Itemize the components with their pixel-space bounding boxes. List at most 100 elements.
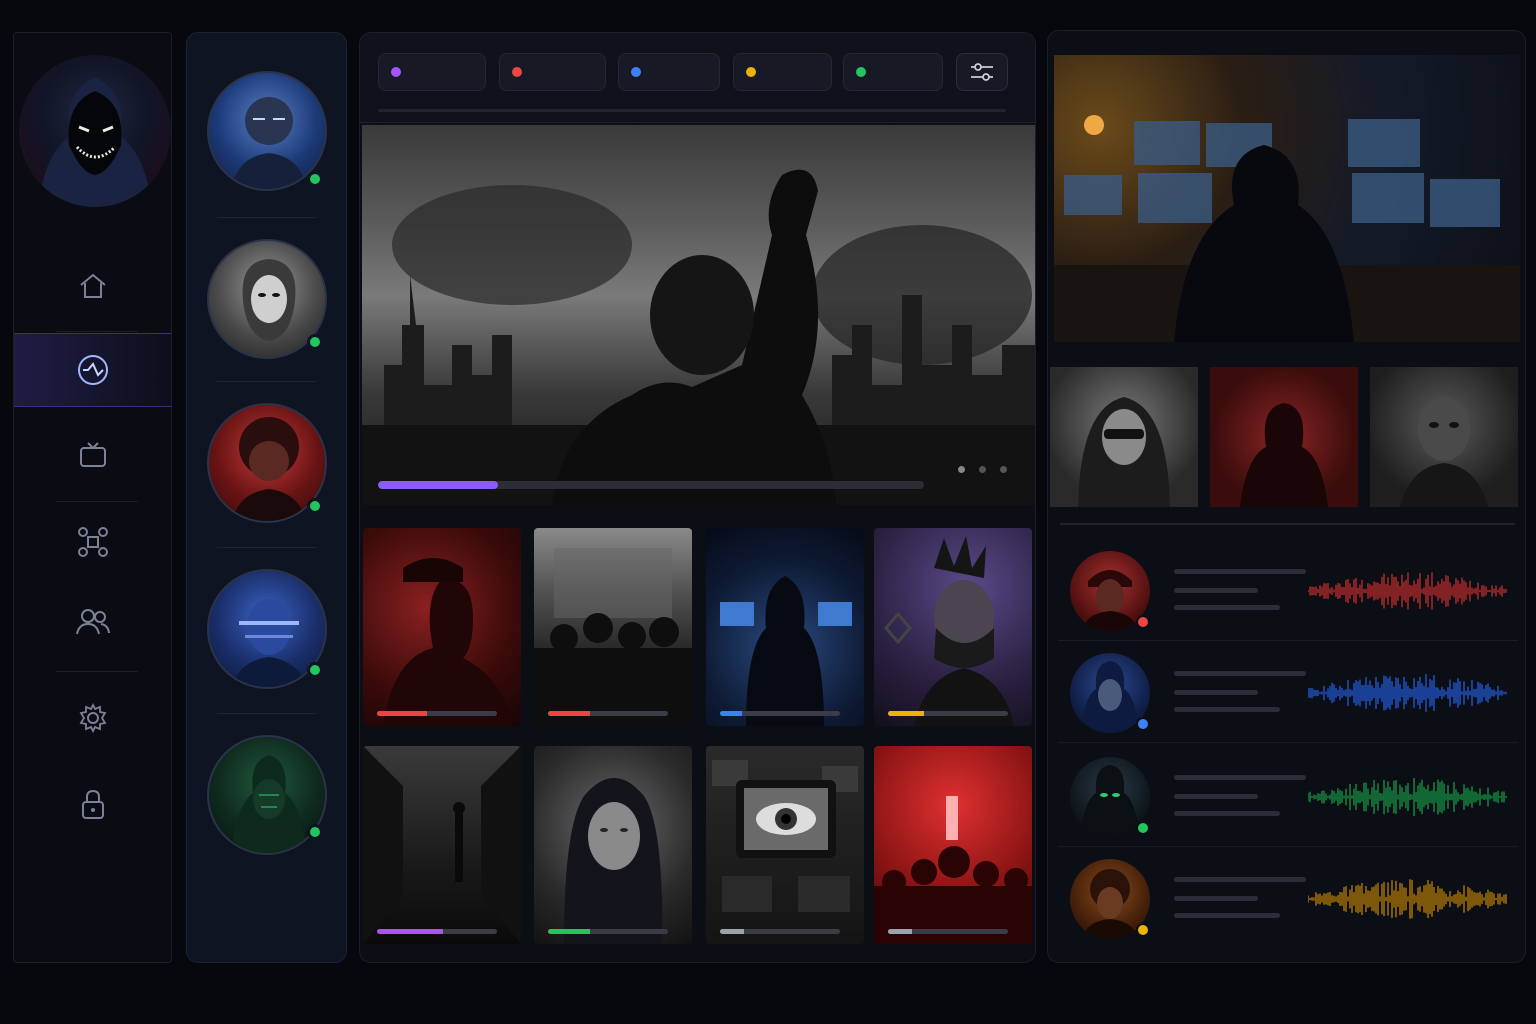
filter-color-dot	[856, 67, 866, 77]
media-tile[interactable]	[363, 528, 521, 726]
media-tile[interactable]	[534, 746, 692, 944]
online-status-dot	[307, 824, 323, 840]
text-placeholder	[1174, 707, 1280, 712]
text-placeholder	[1174, 811, 1280, 816]
user-avatar[interactable]	[19, 55, 171, 207]
hooded-silhouette-image	[1240, 403, 1328, 507]
tile-progress-fill	[888, 929, 912, 934]
voice-status-dot	[1136, 717, 1150, 731]
filter-bar	[360, 33, 1035, 123]
media-tile[interactable]	[706, 746, 864, 944]
nav-network[interactable]	[14, 333, 171, 407]
nav-lock[interactable]	[14, 767, 171, 841]
voice-row[interactable]	[1058, 541, 1518, 641]
media-tile[interactable]	[534, 528, 692, 726]
filter-chip-purple[interactable]	[378, 53, 486, 91]
filter-chip-red[interactable]	[499, 53, 606, 91]
text-placeholder	[1174, 896, 1258, 901]
voice-row[interactable]	[1058, 643, 1518, 743]
online-status-dot	[307, 662, 323, 678]
audio-waveform[interactable]	[1308, 671, 1508, 715]
media-tile[interactable]	[874, 528, 1032, 726]
painted-face-portrait-image	[1400, 397, 1488, 507]
text-placeholder	[1174, 775, 1306, 780]
online-status-dot	[307, 334, 323, 350]
tile-progress	[548, 711, 668, 716]
tile-progress-fill	[377, 711, 428, 716]
text-placeholder	[1174, 588, 1258, 593]
flare-crowd-image	[874, 796, 1032, 944]
lock-icon	[81, 789, 104, 819]
filter-chip-green[interactable]	[843, 53, 943, 91]
divider	[1060, 523, 1515, 525]
voice-row[interactable]	[1058, 747, 1518, 847]
audio-waveform[interactable]	[1308, 775, 1508, 819]
crowd-silhouette-image	[534, 548, 692, 726]
text-placeholder	[1174, 690, 1258, 695]
sunglasses-portrait-image	[1078, 397, 1170, 507]
voice-status-dot	[1136, 923, 1150, 937]
tile-progress-fill	[548, 711, 590, 716]
nav-people[interactable]	[14, 585, 171, 659]
nav-tv[interactable]	[14, 419, 171, 493]
surveillance-eye-image	[712, 760, 858, 912]
text-placeholder	[1174, 794, 1258, 799]
tile-progress-fill	[377, 929, 443, 934]
nav-graph[interactable]	[14, 505, 171, 579]
contact-list	[186, 32, 347, 963]
filter-chip-blue[interactable]	[618, 53, 720, 91]
media-tile[interactable]	[706, 528, 864, 726]
nav-home[interactable]	[14, 249, 171, 323]
filter-color-dot	[512, 67, 522, 77]
media-tile[interactable]	[874, 746, 1032, 944]
tile-progress-fill	[548, 929, 590, 934]
tv-icon	[79, 442, 106, 467]
text-placeholder	[1174, 569, 1306, 574]
filter-chip-yellow[interactable]	[733, 53, 832, 91]
thumbnail[interactable]	[1050, 367, 1198, 507]
tile-progress	[888, 929, 1008, 934]
filter-color-dot	[391, 67, 401, 77]
punk-portrait-image	[884, 536, 1014, 726]
audio-waveform[interactable]	[1308, 877, 1508, 921]
featured-progress-track[interactable]	[378, 481, 924, 489]
home-icon	[79, 273, 106, 298]
hacker-screens-image	[720, 576, 852, 726]
main-feed	[359, 32, 1036, 963]
rainy-street-image	[363, 746, 521, 944]
audio-waveform[interactable]	[1308, 569, 1508, 613]
tile-progress	[377, 711, 497, 716]
thumbnail[interactable]	[1210, 367, 1358, 507]
tile-progress	[548, 929, 668, 934]
tile-progress	[720, 929, 840, 934]
gear-icon	[79, 702, 106, 734]
online-status-dot	[307, 498, 323, 514]
voice-status-dot	[1136, 615, 1150, 629]
sliders-icon	[971, 63, 993, 81]
featured-video[interactable]	[362, 125, 1035, 505]
text-placeholder	[1174, 605, 1280, 610]
voice-row[interactable]	[1058, 849, 1518, 949]
filter-color-dot	[631, 67, 641, 77]
online-status-dot	[307, 171, 323, 187]
text-placeholder	[1174, 913, 1280, 918]
thumbnail[interactable]	[1370, 367, 1518, 507]
node-graph-icon	[77, 527, 108, 557]
control-room-banner[interactable]	[1054, 55, 1520, 342]
text-placeholder	[1174, 671, 1306, 676]
pager-dot[interactable]	[979, 466, 986, 473]
tile-progress	[720, 711, 840, 716]
tile-progress-fill	[888, 711, 924, 716]
control-room-image	[1054, 115, 1520, 342]
nav-settings[interactable]	[14, 681, 171, 755]
network-pulse-icon	[77, 355, 108, 385]
pager-dot[interactable]	[958, 466, 965, 473]
tile-progress	[888, 711, 1008, 716]
filter-settings-button[interactable]	[956, 53, 1008, 91]
featured-progress-fill	[378, 481, 499, 489]
pager-dot[interactable]	[1000, 466, 1007, 473]
singer-silhouette-image	[383, 558, 513, 726]
people-icon	[75, 609, 110, 635]
media-tile[interactable]	[363, 746, 521, 944]
woman-portrait-image	[564, 778, 663, 944]
